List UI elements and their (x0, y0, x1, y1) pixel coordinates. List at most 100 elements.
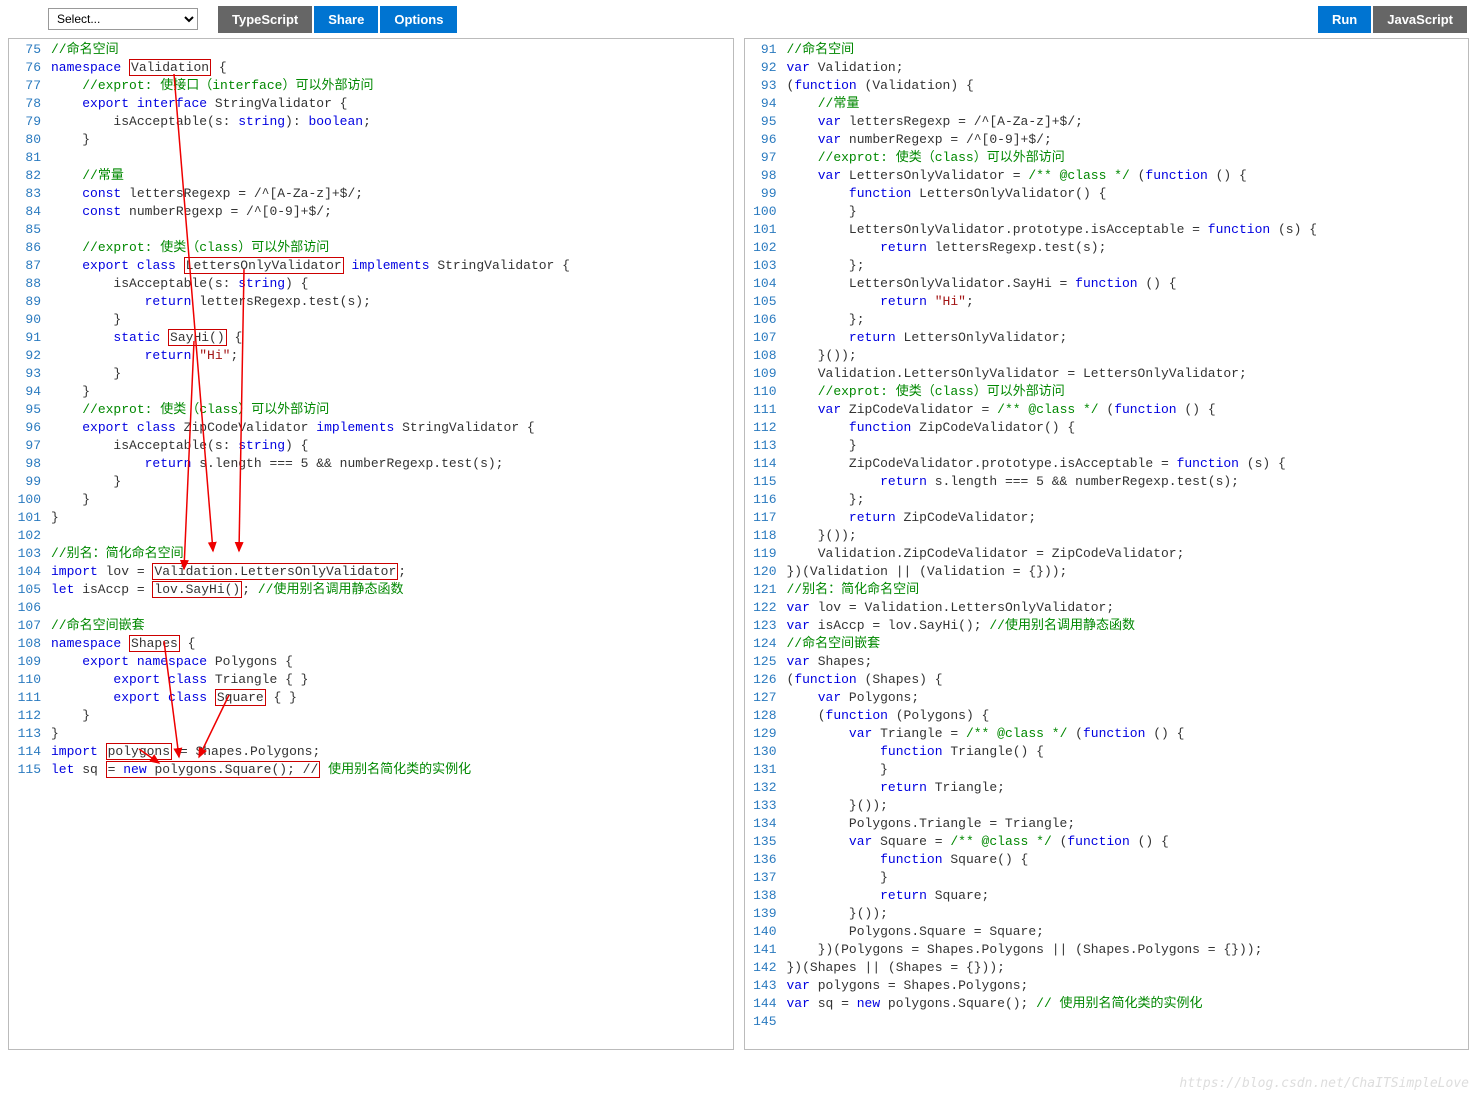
code-line[interactable]: 131 } (745, 761, 1469, 779)
code-line[interactable]: 108 }()); (745, 347, 1469, 365)
code-line[interactable]: 110 //exprot: 使类（class）可以外部访问 (745, 383, 1469, 401)
line-source[interactable]: LettersOnlyValidator.SayHi = function ()… (787, 275, 1469, 293)
line-source[interactable]: var Shapes; (787, 653, 1469, 671)
line-source[interactable]: function Square() { (787, 851, 1469, 869)
line-source[interactable]: Validation.ZipCodeValidator = ZipCodeVal… (787, 545, 1469, 563)
line-source[interactable]: //常量 (51, 167, 733, 185)
code-line[interactable]: 94 //常量 (745, 95, 1469, 113)
line-source[interactable]: }()); (787, 905, 1469, 923)
code-line[interactable]: 92 return "Hi"; (9, 347, 733, 365)
line-source[interactable]: }; (787, 311, 1469, 329)
line-source[interactable]: static SayHi() { (51, 329, 733, 347)
code-line[interactable]: 129 var Triangle = /** @class */ (functi… (745, 725, 1469, 743)
line-source[interactable]: //别名：简化命名空间 (787, 581, 1469, 599)
code-line[interactable]: 99 } (9, 473, 733, 491)
code-line[interactable]: 145 (745, 1013, 1469, 1031)
line-source[interactable]: return "Hi"; (787, 293, 1469, 311)
javascript-output[interactable]: 91//命名空间92var Validation;93(function (Va… (745, 39, 1469, 1033)
code-line[interactable]: 111 export class Square { } (9, 689, 733, 707)
line-source[interactable]: } (51, 707, 733, 725)
code-line[interactable]: 83 const lettersRegexp = /^[A-Za-z]+$/; (9, 185, 733, 203)
line-source[interactable]: function ZipCodeValidator() { (787, 419, 1469, 437)
line-source[interactable]: } (787, 869, 1469, 887)
code-line[interactable]: 132 return Triangle; (745, 779, 1469, 797)
line-source[interactable]: } (51, 131, 733, 149)
code-line[interactable]: 100 } (9, 491, 733, 509)
line-source[interactable]: function LettersOnlyValidator() { (787, 185, 1469, 203)
code-line[interactable]: 114 ZipCodeValidator.prototype.isAccepta… (745, 455, 1469, 473)
line-source[interactable]: var isAccp = lov.SayHi(); //使用别名调用静态函数 (787, 617, 1469, 635)
code-line[interactable]: 82 //常量 (9, 167, 733, 185)
line-source[interactable]: export class Square { } (51, 689, 733, 707)
code-line[interactable]: 138 return Square; (745, 887, 1469, 905)
code-line[interactable]: 136 function Square() { (745, 851, 1469, 869)
line-source[interactable]: return "Hi"; (51, 347, 733, 365)
line-source[interactable]: export interface StringValidator { (51, 95, 733, 113)
code-line[interactable]: 115 return s.length === 5 && numberRegex… (745, 473, 1469, 491)
code-line[interactable]: 116 }; (745, 491, 1469, 509)
code-line[interactable]: 96 var numberRegexp = /^[0-9]+$/; (745, 131, 1469, 149)
code-line[interactable]: 98 var LettersOnlyValidator = /** @class… (745, 167, 1469, 185)
code-line[interactable]: 81 (9, 149, 733, 167)
code-line[interactable]: 103//别名：简化命名空间 (9, 545, 733, 563)
code-line[interactable]: 77 //exprot: 使接口（interface）可以外部访问 (9, 77, 733, 95)
line-source[interactable] (51, 221, 733, 239)
line-source[interactable]: //命名空间嵌套 (51, 617, 733, 635)
code-line[interactable]: 91 static SayHi() { (9, 329, 733, 347)
line-source[interactable]: //命名空间 (787, 41, 1469, 59)
code-line[interactable]: 105let isAccp = lov.SayHi(); //使用别名调用静态函… (9, 581, 733, 599)
run-button[interactable]: Run (1318, 6, 1371, 33)
code-line[interactable]: 79 isAcceptable(s: string): boolean; (9, 113, 733, 131)
code-line[interactable]: 94 } (9, 383, 733, 401)
line-source[interactable]: return ZipCodeValidator; (787, 509, 1469, 527)
line-source[interactable]: import lov = Validation.LettersOnlyValid… (51, 563, 733, 581)
code-line[interactable]: 93(function (Validation) { (745, 77, 1469, 95)
line-source[interactable] (51, 527, 733, 545)
code-line[interactable]: 104import lov = Validation.LettersOnlyVa… (9, 563, 733, 581)
code-line[interactable]: 139 }()); (745, 905, 1469, 923)
line-source[interactable]: Validation.LettersOnlyValidator = Letter… (787, 365, 1469, 383)
options-button[interactable]: Options (380, 6, 457, 33)
code-line[interactable]: 80 } (9, 131, 733, 149)
line-source[interactable]: (function (Shapes) { (787, 671, 1469, 689)
line-source[interactable]: var polygons = Shapes.Polygons; (787, 977, 1469, 995)
code-line[interactable]: 114import polygons = Shapes.Polygons; (9, 743, 733, 761)
code-line[interactable]: 126(function (Shapes) { (745, 671, 1469, 689)
line-source[interactable]: }()); (787, 527, 1469, 545)
line-source[interactable]: var sq = new polygons.Square(); // 使用别名简… (787, 995, 1469, 1013)
line-source[interactable]: //exprot: 使接口（interface）可以外部访问 (51, 77, 733, 95)
line-source[interactable]: export class ZipCodeValidator implements… (51, 419, 733, 437)
code-line[interactable]: 91//命名空间 (745, 41, 1469, 59)
code-line[interactable]: 104 LettersOnlyValidator.SayHi = functio… (745, 275, 1469, 293)
code-line[interactable]: 78 export interface StringValidator { (9, 95, 733, 113)
code-line[interactable]: 118 }()); (745, 527, 1469, 545)
line-source[interactable]: //exprot: 使类（class）可以外部访问 (787, 383, 1469, 401)
code-line[interactable]: 111 var ZipCodeValidator = /** @class */… (745, 401, 1469, 419)
line-source[interactable]: }; (787, 257, 1469, 275)
code-line[interactable]: 109 export namespace Polygons { (9, 653, 733, 671)
code-line[interactable]: 130 function Triangle() { (745, 743, 1469, 761)
line-source[interactable]: })(Shapes || (Shapes = {})); (787, 959, 1469, 977)
line-source[interactable]: } (51, 311, 733, 329)
line-source[interactable]: namespace Shapes { (51, 635, 733, 653)
code-line[interactable]: 113} (9, 725, 733, 743)
code-line[interactable]: 85 (9, 221, 733, 239)
line-source[interactable]: } (787, 437, 1469, 455)
line-source[interactable]: var Validation; (787, 59, 1469, 77)
code-line[interactable]: 141 })(Polygons = Shapes.Polygons || (Sh… (745, 941, 1469, 959)
line-source[interactable]: isAcceptable(s: string): boolean; (51, 113, 733, 131)
line-source[interactable]: })(Polygons = Shapes.Polygons || (Shapes… (787, 941, 1469, 959)
code-line[interactable]: 142})(Shapes || (Shapes = {})); (745, 959, 1469, 977)
line-source[interactable]: var Triangle = /** @class */ (function (… (787, 725, 1469, 743)
code-line[interactable]: 76namespace Validation { (9, 59, 733, 77)
line-source[interactable]: } (51, 725, 733, 743)
line-source[interactable]: }()); (787, 797, 1469, 815)
line-source[interactable]: let sq = new polygons.Square(); // 使用别名简… (51, 761, 733, 779)
line-source[interactable]: return Square; (787, 887, 1469, 905)
line-source[interactable]: //命名空间 (51, 41, 733, 59)
code-line[interactable]: 98 return s.length === 5 && numberRegexp… (9, 455, 733, 473)
javascript-button[interactable]: JavaScript (1373, 6, 1467, 33)
line-source[interactable]: //exprot: 使类（class）可以外部访问 (51, 239, 733, 257)
code-line[interactable]: 143var polygons = Shapes.Polygons; (745, 977, 1469, 995)
code-line[interactable]: 95 var lettersRegexp = /^[A-Za-z]+$/; (745, 113, 1469, 131)
